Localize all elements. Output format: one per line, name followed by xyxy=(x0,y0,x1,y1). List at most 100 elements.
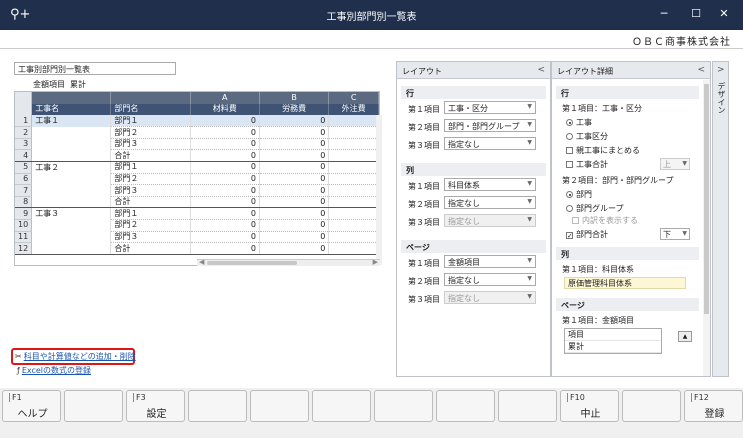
table-row[interactable]: 3 部門３ 0 0 xyxy=(15,138,379,151)
kouji-name-cell[interactable]: 工事２ xyxy=(31,161,112,174)
bumon-name-cell[interactable]: 部門３ xyxy=(110,184,191,197)
bumon-name-cell[interactable]: 部門１ xyxy=(110,207,191,221)
collapse-left-icon[interactable]: < xyxy=(537,65,545,75)
col-letter-a[interactable]: A xyxy=(190,92,260,104)
outsource-cost-cell[interactable] xyxy=(328,231,379,244)
labor-cost-cell[interactable]: 0 xyxy=(259,149,330,163)
fkey-button-8[interactable] xyxy=(436,390,495,422)
table-row[interactable]: 1 工事１ 部門１ 0 0 xyxy=(15,115,379,128)
labor-cost-cell[interactable]: 0 xyxy=(259,219,330,232)
fkey-button-5[interactable] xyxy=(250,390,309,422)
labor-cost-cell[interactable]: 0 xyxy=(259,161,330,174)
list-item[interactable]: 累計 xyxy=(565,341,661,353)
bumon-name-cell[interactable]: 部門２ xyxy=(110,126,191,139)
outsource-cost-cell[interactable] xyxy=(328,196,379,209)
fkey-button-10[interactable]: F10 中止 xyxy=(560,390,619,422)
fkey-button-4[interactable] xyxy=(188,390,247,422)
close-icon[interactable]: ✕ xyxy=(714,7,734,20)
material-cost-cell[interactable]: 0 xyxy=(190,219,260,232)
list-item[interactable]: 項目 xyxy=(565,329,661,341)
kouji-name-cell[interactable] xyxy=(31,242,112,255)
material-cost-cell[interactable]: 0 xyxy=(190,207,260,221)
table-row[interactable]: 12 合計 0 0 xyxy=(15,242,379,255)
excel-formula-link[interactable]: ƒ Excelの数式の登録 xyxy=(17,365,91,376)
maximize-icon[interactable]: ☐ xyxy=(686,7,706,20)
outsource-cost-cell[interactable] xyxy=(328,219,379,232)
outsource-cost-cell[interactable] xyxy=(328,242,379,255)
material-cost-cell[interactable]: 0 xyxy=(190,126,260,139)
add-items-link-text[interactable]: 科目や計算値などの追加・削除 xyxy=(24,352,136,361)
table-row[interactable]: 4 合計 0 0 xyxy=(15,149,379,163)
outsource-cost-cell[interactable] xyxy=(328,115,379,128)
add-items-link[interactable]: ✂ 科目や計算値などの追加・削除 xyxy=(15,351,136,362)
table-row[interactable]: 5 工事２ 部門１ 0 0 xyxy=(15,161,379,174)
outsource-cost-cell[interactable] xyxy=(328,149,379,163)
material-cost-cell[interactable]: 0 xyxy=(190,138,260,151)
outsource-cost-cell[interactable] xyxy=(328,138,379,151)
kouji-name-cell[interactable]: 工事１ xyxy=(31,115,112,127)
radio-kouji-kubun[interactable]: 工事区分 xyxy=(566,131,608,142)
grid-vertical-scrollbar[interactable] xyxy=(376,115,382,265)
material-cost-cell[interactable]: 0 xyxy=(190,161,260,174)
labor-cost-cell[interactable]: 0 xyxy=(259,115,330,128)
fkey-button-9[interactable] xyxy=(498,390,557,422)
bumon-name-cell[interactable]: 部門２ xyxy=(110,173,191,186)
table-row[interactable]: 11 部門３ 0 0 xyxy=(15,231,379,244)
detail-panel-scrollbar[interactable] xyxy=(703,80,710,376)
bumon-name-cell[interactable]: 部門１ xyxy=(110,115,191,128)
minimize-icon[interactable]: ─ xyxy=(654,7,674,20)
bumon-name-cell[interactable]: 部門３ xyxy=(110,138,191,151)
outsource-cost-cell[interactable] xyxy=(328,126,379,139)
table-row[interactable]: 7 部門３ 0 0 xyxy=(15,184,379,197)
fkey-button-6[interactable] xyxy=(312,390,371,422)
col-letter-c[interactable]: C xyxy=(328,92,379,104)
scroll-thumb[interactable] xyxy=(207,261,297,265)
report-grid[interactable]: A B C 工事名 部門名 材料費 労務費 外注費 1 工事１ 部門１ 0 0 2 部門２ 0… xyxy=(14,91,380,266)
material-cost-cell[interactable]: 0 xyxy=(190,184,260,197)
col-letter-b[interactable]: B xyxy=(259,92,330,104)
report-name-field[interactable]: 工事別部門別一覧表 xyxy=(14,62,176,75)
material-cost-cell[interactable]: 0 xyxy=(190,231,260,244)
fkey-button-3[interactable]: F3 設定 xyxy=(126,390,185,422)
labor-cost-cell[interactable]: 0 xyxy=(259,184,330,197)
checkbox-bumon-total[interactable]: ✓ 部門合計 xyxy=(566,229,608,240)
outsource-cost-cell[interactable] xyxy=(328,184,379,197)
material-cost-cell[interactable]: 0 xyxy=(190,173,260,186)
scroll-left-icon[interactable]: ◀ xyxy=(199,258,204,266)
material-cost-cell[interactable]: 0 xyxy=(190,242,260,255)
fkey-button-2[interactable] xyxy=(64,390,123,422)
move-up-button[interactable]: ▲ xyxy=(678,331,692,342)
kouji-name-cell[interactable] xyxy=(31,138,112,150)
expand-right-icon[interactable]: > xyxy=(717,65,725,75)
page-item-list[interactable]: 項目 累計 xyxy=(564,328,662,354)
fkey-button-7[interactable] xyxy=(374,390,433,422)
bumon-total-position-select[interactable]: 下 ▼ xyxy=(660,228,690,240)
kouji-name-cell[interactable] xyxy=(31,126,112,139)
material-cost-cell[interactable]: 0 xyxy=(190,196,260,209)
page-item1-select[interactable]: 金額項目 ▼ xyxy=(444,255,536,268)
kouji-name-cell[interactable]: 工事３ xyxy=(31,207,112,220)
kouji-name-cell[interactable] xyxy=(31,173,112,185)
kouji-name-cell[interactable] xyxy=(31,196,112,209)
radio-kouji[interactable]: 工事 xyxy=(566,117,592,128)
checkbox-oya-kouji[interactable]: 親工事にまとめる xyxy=(566,145,640,156)
scroll-right-icon[interactable]: ▶ xyxy=(373,258,378,266)
table-row[interactable]: 6 部門２ 0 0 xyxy=(15,173,379,186)
row-item1-select[interactable]: 工事・区分 ▼ xyxy=(444,101,536,114)
kouji-name-cell[interactable] xyxy=(31,231,112,243)
row-item3-select[interactable]: 指定なし ▼ xyxy=(444,137,536,150)
bumon-name-cell[interactable]: 部門３ xyxy=(110,231,191,244)
outsource-cost-cell[interactable] xyxy=(328,207,379,221)
grid-horizontal-scrollbar[interactable]: ◀ ▶ xyxy=(197,258,380,266)
labor-cost-cell[interactable]: 0 xyxy=(259,231,330,244)
bumon-name-cell[interactable]: 合計 xyxy=(110,242,191,255)
page-item2-select[interactable]: 指定なし ▼ xyxy=(444,273,536,286)
excel-formula-link-text[interactable]: Excelの数式の登録 xyxy=(22,366,91,375)
col-item2-select[interactable]: 指定なし ▼ xyxy=(444,196,536,209)
fkey-button-12[interactable]: F12 登録 xyxy=(684,390,743,422)
kouji-name-cell[interactable] xyxy=(31,184,112,197)
bumon-name-cell[interactable]: 合計 xyxy=(110,196,191,209)
scroll-thumb[interactable] xyxy=(704,84,709,314)
material-cost-cell[interactable]: 0 xyxy=(190,149,260,163)
bumon-name-cell[interactable]: 部門２ xyxy=(110,219,191,232)
